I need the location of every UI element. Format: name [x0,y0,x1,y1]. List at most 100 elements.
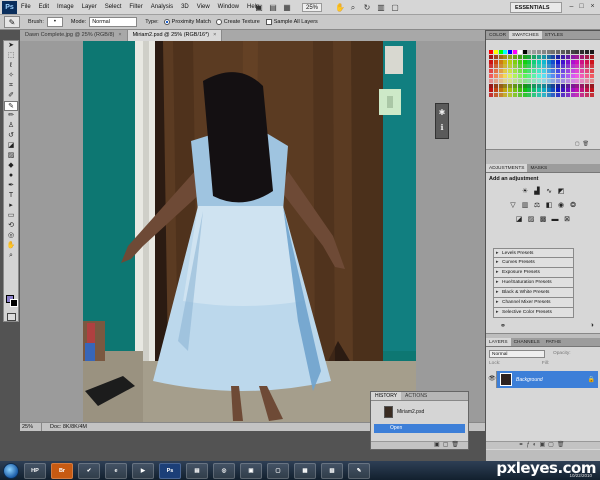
color-swatch[interactable] [541,78,546,83]
blend-mode-select[interactable]: Normal [489,350,545,358]
color-swatch[interactable] [527,74,532,78]
bridge-icon[interactable]: ▣ [254,3,264,12]
color-swatch[interactable] [585,74,589,78]
tab-color[interactable]: COLOR [486,31,509,39]
minimize-icon[interactable]: – [567,2,576,12]
color-swatch[interactable] [580,64,585,69]
color-swatch[interactable] [589,50,594,54]
blur-tool-icon[interactable]: ◆ [4,161,18,171]
color-swatch[interactable] [493,64,498,69]
eyedropper-tool-icon[interactable]: ✐ [4,91,18,101]
color-swatch[interactable] [541,50,546,54]
tab-dawn-complete[interactable]: Dawn Complete.jpg @ 25% (RGB/8) × [20,30,128,41]
menu-layer[interactable]: Layer [78,4,101,10]
vibrance-icon[interactable]: ▽ [508,201,518,210]
color-swatch[interactable] [493,83,498,88]
color-swatch[interactable] [556,64,561,69]
color-swatch[interactable] [575,50,580,54]
start-button-icon[interactable] [3,462,19,479]
tab-miriam2[interactable]: Miriam2.psd @ 25% (RGB/16*) × [127,30,223,41]
color-swatch[interactable] [551,78,556,83]
color-swatch[interactable] [503,64,508,69]
color-swatch[interactable] [551,93,556,98]
color-swatch[interactable] [513,64,517,69]
clone-stamp-tool-icon[interactable]: ♙ [4,121,18,131]
menu-view[interactable]: View [193,4,214,10]
color-swatch[interactable] [565,69,570,74]
color-swatch[interactable] [589,83,594,88]
color-swatch[interactable] [493,69,498,74]
color-swatch[interactable] [575,93,580,98]
info-panel-icon[interactable]: ℹ [436,122,448,134]
color-swatch[interactable] [489,50,493,54]
color-swatch[interactable] [551,50,556,54]
color-swatch[interactable] [498,88,503,93]
history-state-open[interactable]: Open [374,424,465,433]
layer-row-background[interactable]: 👁 Background 🔒 [488,371,598,388]
rotate-view-icon[interactable]: ↻ [362,3,372,12]
color-swatch[interactable] [565,59,570,64]
color-swatch[interactable] [532,64,537,69]
color-swatch[interactable] [513,88,517,93]
color-swatch[interactable] [513,59,517,64]
tab-channels[interactable]: CHANNELS [511,338,543,346]
color-swatch[interactable] [522,59,527,64]
color-swatch[interactable] [489,74,493,78]
color-swatch[interactable] [580,88,585,93]
color-swatch[interactable] [493,50,498,54]
gradient-map-icon[interactable]: ▬ [550,215,560,224]
zoom-tool-icon[interactable]: ⌕ [348,3,358,12]
color-swatch[interactable] [556,93,561,98]
color-swatch[interactable] [508,88,513,93]
color-swatch[interactable] [551,88,556,93]
color-swatch[interactable] [541,64,546,69]
color-swatch[interactable] [589,74,594,78]
tab-history[interactable]: HISTORY [371,392,402,400]
mode-select[interactable]: Normal [89,17,138,27]
color-swatch[interactable] [517,83,522,88]
color-swatch[interactable] [489,93,493,98]
color-swatch[interactable] [537,83,541,88]
color-swatch[interactable] [570,88,575,93]
crop-tool-icon[interactable]: ⌗ [4,81,18,91]
color-swatch[interactable] [517,78,522,83]
color-swatch[interactable] [565,54,570,59]
color-swatch[interactable] [532,93,537,98]
color-swatch[interactable] [532,50,537,54]
color-swatch[interactable] [503,54,508,59]
color-swatch[interactable] [570,54,575,59]
color-swatch[interactable] [546,59,551,64]
close-icon[interactable]: × [588,2,597,12]
color-swatch[interactable] [498,69,503,74]
document-image[interactable] [83,41,416,422]
color-swatch[interactable] [541,93,546,98]
taskbar-app-8-icon[interactable]: ◎ [213,462,235,479]
color-swatch[interactable] [537,50,541,54]
color-swatch[interactable] [561,64,565,69]
3d-orbit-tool-icon[interactable]: ◎ [4,231,18,241]
color-swatch[interactable] [585,88,589,93]
color-swatch[interactable] [541,59,546,64]
color-swatch[interactable] [522,88,527,93]
color-swatch[interactable] [561,59,565,64]
color-swatch[interactable] [517,88,522,93]
color-swatch[interactable] [556,50,561,54]
color-swatch[interactable] [522,69,527,74]
preset-exposure[interactable]: Exposure Presets [493,268,574,278]
move-tool-icon[interactable]: ➤ [4,41,18,51]
hand-tool-icon[interactable]: ✋ [335,3,345,12]
brush-picker[interactable]: • [46,17,63,27]
color-swatch[interactable] [527,54,532,59]
menu-filter[interactable]: Filter [125,4,146,10]
color-swatch[interactable] [489,88,493,93]
taskbar-photoshop[interactable]: Ps [159,462,181,479]
color-swatch[interactable] [493,54,498,59]
tab-adjustments[interactable]: ADJUSTMENTS [486,164,528,172]
menu-3d[interactable]: 3D [177,4,193,10]
color-swatch[interactable] [561,74,565,78]
color-swatch[interactable] [527,83,532,88]
3d-rotate-tool-icon[interactable]: ⟲ [4,221,18,231]
color-swatch[interactable] [522,74,527,78]
tab-swatches[interactable]: SWATCHES [509,31,542,39]
extras-icon[interactable]: ▦ [282,3,292,12]
